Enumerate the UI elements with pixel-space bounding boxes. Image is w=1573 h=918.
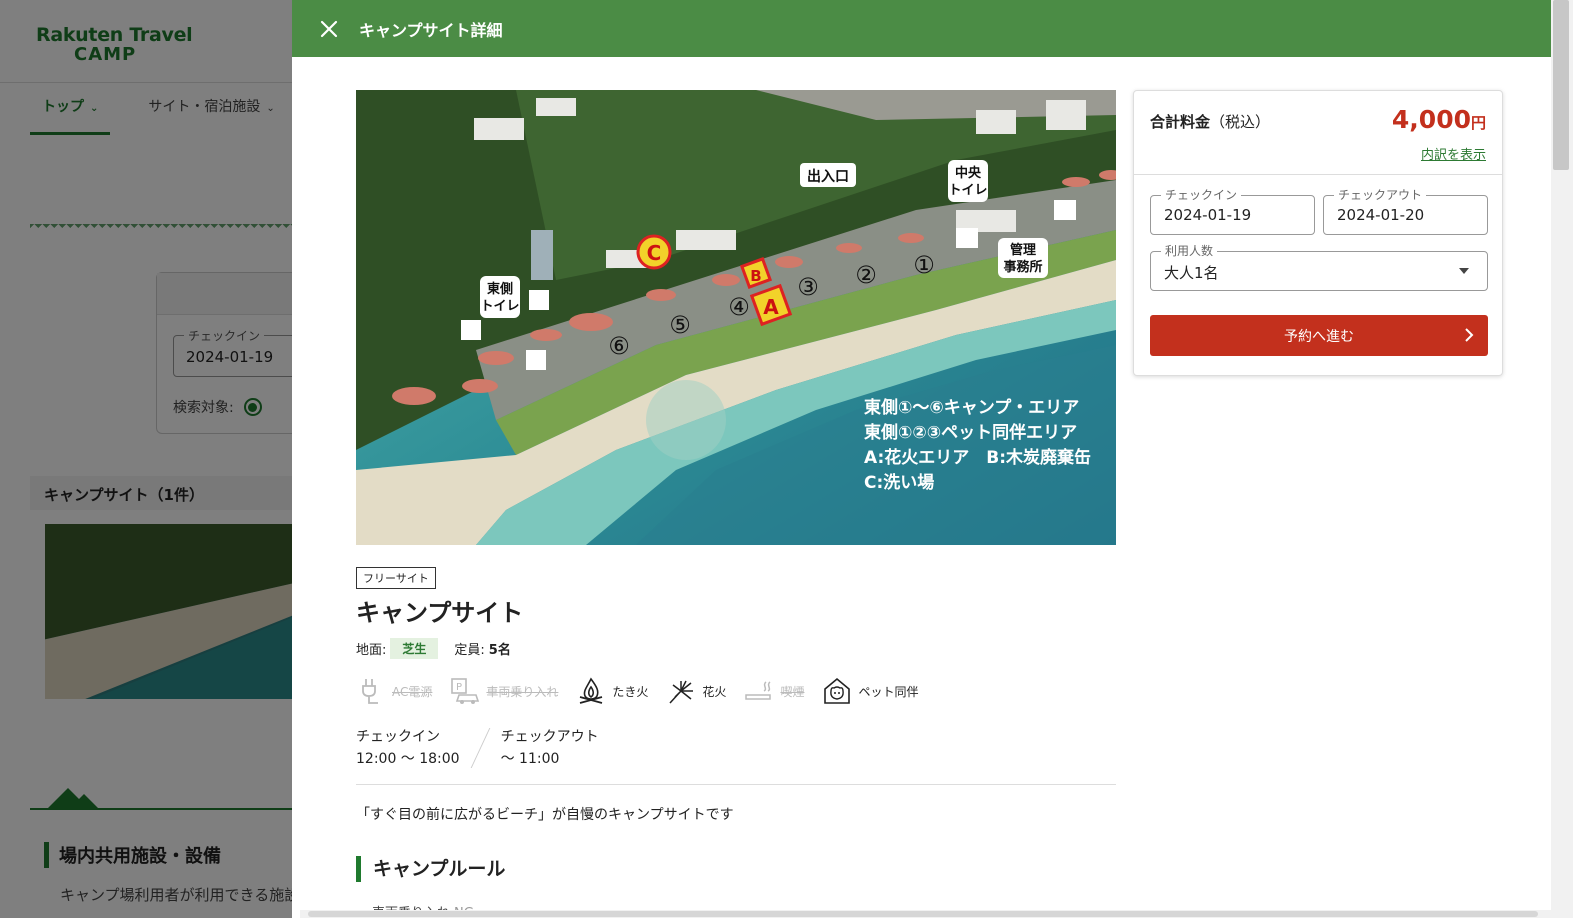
svg-text:②: ② (855, 261, 877, 289)
aerial-map-image: 出入口 中央 トイレ 東側 トイレ 管理 事務所 ① ② ③ ④ ⑤ ⑥ C B A 東… (356, 90, 1116, 545)
modal-header: キャンプサイト詳細 (292, 0, 1551, 57)
svg-text:トイレ: トイレ (480, 299, 519, 314)
smoking-icon (744, 676, 774, 706)
dropdown-arrow-icon (1459, 268, 1469, 274)
car-parking-icon: P (450, 676, 480, 706)
svg-text:C: C (647, 241, 662, 265)
checkin-date-field[interactable]: チェックイン 2024-01-19 (1150, 188, 1315, 235)
total-price-label: 合計料金（税込） (1150, 113, 1271, 131)
close-icon (320, 20, 338, 37)
divider (470, 728, 490, 768)
checkin-time: 12:00 〜 18:00 (356, 751, 460, 767)
entrance-label: 出入口 (807, 168, 849, 185)
guests-select[interactable]: 利用人数 大人1名 (1150, 244, 1488, 291)
total-price: 4,000円 (1391, 105, 1486, 134)
svg-text:中央: 中央 (955, 165, 982, 181)
reserve-button[interactable]: 予約へ進む (1150, 315, 1488, 356)
site-name: キャンプサイト (356, 599, 524, 627)
feature-list: AC電源 P 車両乗り入れ たき火 花火 喫煙 ペット同伴 (356, 676, 918, 706)
campsite-detail-modal: キャンプサイト詳細 出入口 中央 トイレ 東側 トイレ 管理 事務所 ① ② ③… (292, 0, 1551, 918)
vertical-scrollbar[interactable] (1551, 0, 1573, 918)
feature-fireworks: 花火 (666, 676, 726, 706)
map-legend-line: 東側①〜⑥キャンプ・エリア (864, 397, 1079, 418)
pet-icon (822, 676, 852, 706)
divider (1134, 174, 1502, 175)
site-meta: 地面: 芝生 定員: 5名 (356, 638, 511, 659)
checkin-checkout-times: チェックイン 12:00 〜 18:00 チェックアウト 〜 11:00 (356, 726, 599, 770)
svg-text:トイレ: トイレ (948, 183, 987, 198)
divider (356, 784, 1116, 785)
feature-campfire: たき火 (576, 676, 648, 706)
map-legend-line: A:花火エリア B:木炭廃棄缶 (864, 447, 1091, 468)
capacity-value: 5名 (488, 643, 511, 658)
site-description: 「すぐ目の前に広がるビーチ」が自慢のキャンプサイトです (356, 807, 734, 823)
svg-text:A: A (763, 295, 779, 319)
svg-text:P: P (456, 682, 462, 693)
modal-backdrop[interactable] (0, 0, 292, 918)
svg-text:管理: 管理 (1010, 242, 1036, 258)
map-legend-line: 東側①②③ペット同伴エリア (864, 422, 1077, 443)
feature-pets: ペット同伴 (822, 676, 918, 706)
camp-rules-heading: キャンプルール (356, 856, 505, 882)
feature-ac-power: AC電源 (356, 676, 432, 706)
feature-smoking: 喫煙 (744, 676, 804, 706)
plug-icon (356, 676, 386, 706)
svg-text:③: ③ (797, 273, 819, 301)
svg-text:⑥: ⑥ (608, 332, 630, 360)
modal-title: キャンプサイト詳細 (359, 20, 503, 40)
campsite-photo: 出入口 中央 トイレ 東側 トイレ 管理 事務所 ① ② ③ ④ ⑤ ⑥ C B A 東… (356, 90, 1116, 545)
checkout-date-field[interactable]: チェックアウト 2024-01-20 (1323, 188, 1488, 235)
svg-text:事務所: 事務所 (1003, 259, 1042, 275)
scrollbar-thumb[interactable] (1553, 0, 1569, 170)
fireworks-icon (666, 676, 696, 706)
close-button[interactable] (317, 17, 341, 41)
ground-badge: 芝生 (390, 638, 439, 659)
map-legend-line: C:洗い場 (864, 472, 934, 493)
scrollbar-thumb[interactable] (308, 911, 1538, 917)
horizontal-scrollbar[interactable] (300, 910, 1551, 918)
site-type-tag: フリーサイト (356, 567, 436, 589)
svg-text:①: ① (913, 251, 935, 279)
show-breakdown-link[interactable]: 内訳を表示 (1421, 144, 1486, 163)
svg-text:東側: 東側 (487, 281, 513, 297)
svg-text:④: ④ (728, 293, 750, 321)
price-card: 合計料金（税込） 4,000円 内訳を表示 チェックイン 2024-01-19 … (1133, 90, 1503, 376)
chevron-right-icon (1465, 328, 1474, 342)
svg-text:⑤: ⑤ (669, 311, 691, 339)
checkout-time: 〜 11:00 (500, 751, 560, 767)
feature-vehicle: P 車両乗り入れ (450, 676, 558, 706)
campfire-icon (576, 676, 606, 706)
svg-text:B: B (750, 267, 761, 285)
